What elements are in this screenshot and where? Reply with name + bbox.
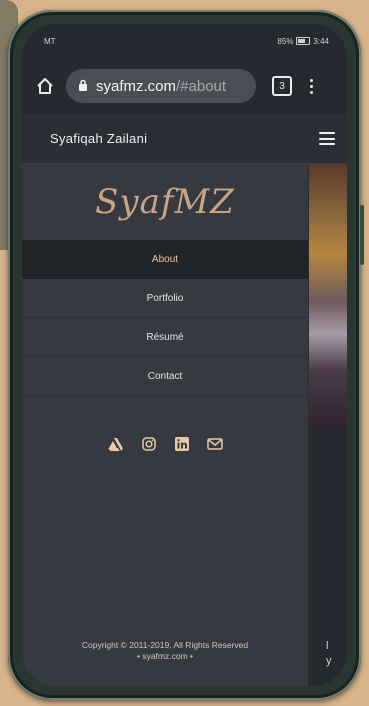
nav-item-about[interactable]: About bbox=[22, 240, 308, 279]
site-name[interactable]: Syafiqah Zailani bbox=[50, 131, 147, 146]
address-bar[interactable]: syafmz.com/#about bbox=[66, 69, 256, 103]
browser-toolbar: syafmz.com/#about 3 bbox=[22, 58, 347, 114]
background-partial-text: l y bbox=[326, 640, 332, 667]
footer-domain-link[interactable]: • syafmz.com • bbox=[22, 651, 308, 662]
nav-item-contact[interactable]: Contact bbox=[22, 357, 308, 396]
status-carrier: MT bbox=[44, 36, 56, 46]
site-logo[interactable]: SyafMZ bbox=[22, 164, 308, 240]
status-time: 3:44 bbox=[313, 36, 329, 46]
battery-percent: 85% bbox=[277, 36, 294, 46]
phone-side-button bbox=[360, 205, 364, 265]
phone-screen: MT 85% 3:44 syafmz.com/#about 3 Syafiqah… bbox=[22, 24, 347, 686]
status-right: 85% 3:44 bbox=[277, 37, 329, 46]
linkedin-icon[interactable] bbox=[174, 436, 190, 452]
social-links bbox=[22, 436, 308, 452]
background-artwork bbox=[308, 164, 347, 429]
artstation-icon[interactable] bbox=[108, 436, 124, 452]
nav-list: About Portfolio Résumé Contact bbox=[22, 240, 308, 396]
lock-icon bbox=[78, 78, 88, 95]
url-path: /#about bbox=[176, 77, 227, 95]
home-icon[interactable] bbox=[32, 73, 58, 99]
phone-frame: MT 85% 3:44 syafmz.com/#about 3 Syafiqah… bbox=[8, 10, 364, 700]
email-icon[interactable] bbox=[206, 436, 223, 452]
site-header: Syafiqah Zailani bbox=[22, 114, 347, 164]
footer: Copyright © 2011-2019. All Rights Reserv… bbox=[22, 640, 308, 662]
battery-icon bbox=[296, 37, 311, 45]
nav-item-resume[interactable]: Résumé bbox=[22, 318, 308, 357]
nav-item-portfolio[interactable]: Portfolio bbox=[22, 279, 308, 318]
instagram-icon[interactable] bbox=[141, 436, 157, 452]
footer-copyright: Copyright © 2011-2019. All Rights Reserv… bbox=[81, 640, 249, 650]
url-host: syafmz.com bbox=[96, 77, 177, 95]
tab-switcher-button[interactable]: 3 bbox=[272, 76, 292, 96]
status-bar: MT 85% 3:44 bbox=[22, 24, 347, 58]
hamburger-menu-icon[interactable] bbox=[319, 132, 335, 145]
browser-menu-icon[interactable] bbox=[306, 78, 316, 94]
nav-drawer: SyafMZ About Portfolio Résumé Contact Co… bbox=[22, 164, 309, 686]
